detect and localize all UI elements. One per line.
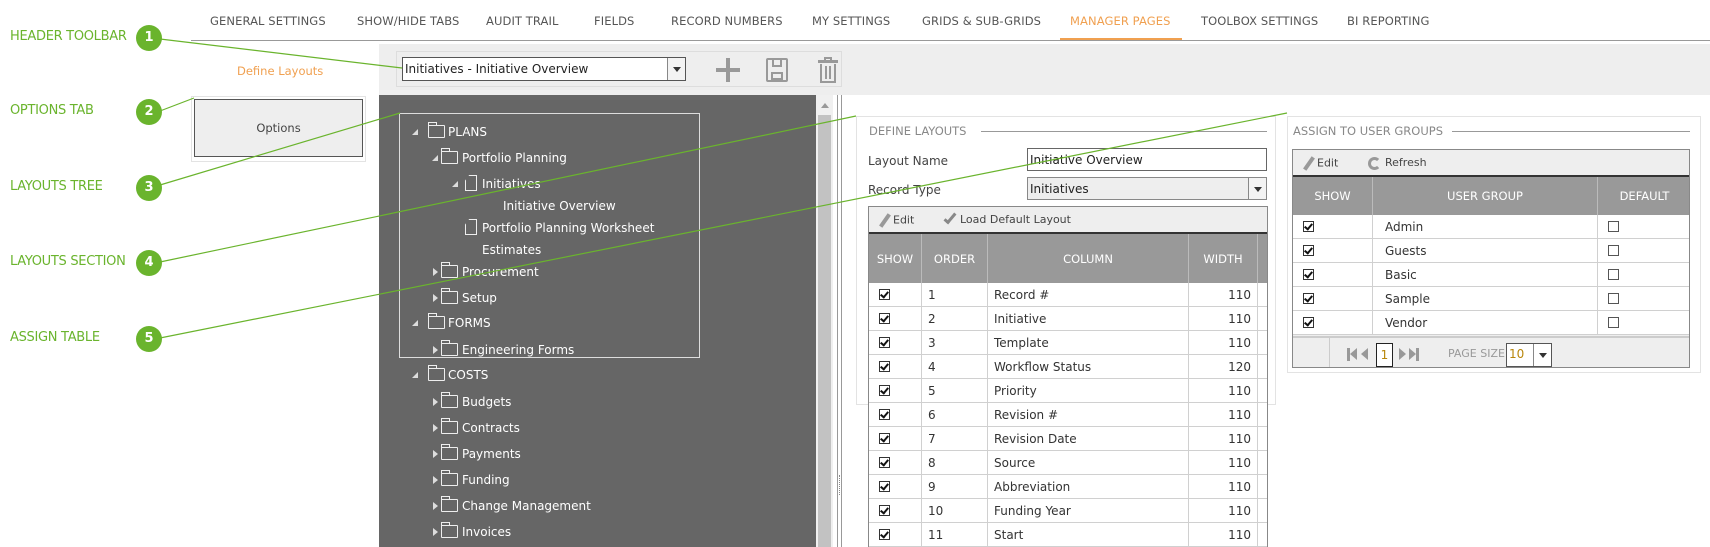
leader-line-4 xyxy=(159,115,857,263)
leader-line-3 xyxy=(159,112,401,186)
annotation-marker: 3 xyxy=(136,175,162,201)
annotation-marker: 5 xyxy=(136,326,162,352)
leader-line-2 xyxy=(159,97,195,112)
annotation-marker: 1 xyxy=(136,25,162,51)
annotation-label: LAYOUTS SECTION xyxy=(10,254,126,269)
annotation-marker: 2 xyxy=(136,99,162,125)
leader-line-5 xyxy=(159,112,1288,339)
annotation-label: OPTIONS TAB xyxy=(10,103,94,118)
annotation-label: HEADER TOOLBAR xyxy=(10,29,127,44)
annotation-label: ASSIGN TABLE xyxy=(10,330,100,345)
annotation-label: LAYOUTS TREE xyxy=(10,179,103,194)
leader-line-1 xyxy=(159,38,403,69)
annotation-marker: 4 xyxy=(136,250,162,276)
annotation-leader-lines xyxy=(159,38,1288,339)
